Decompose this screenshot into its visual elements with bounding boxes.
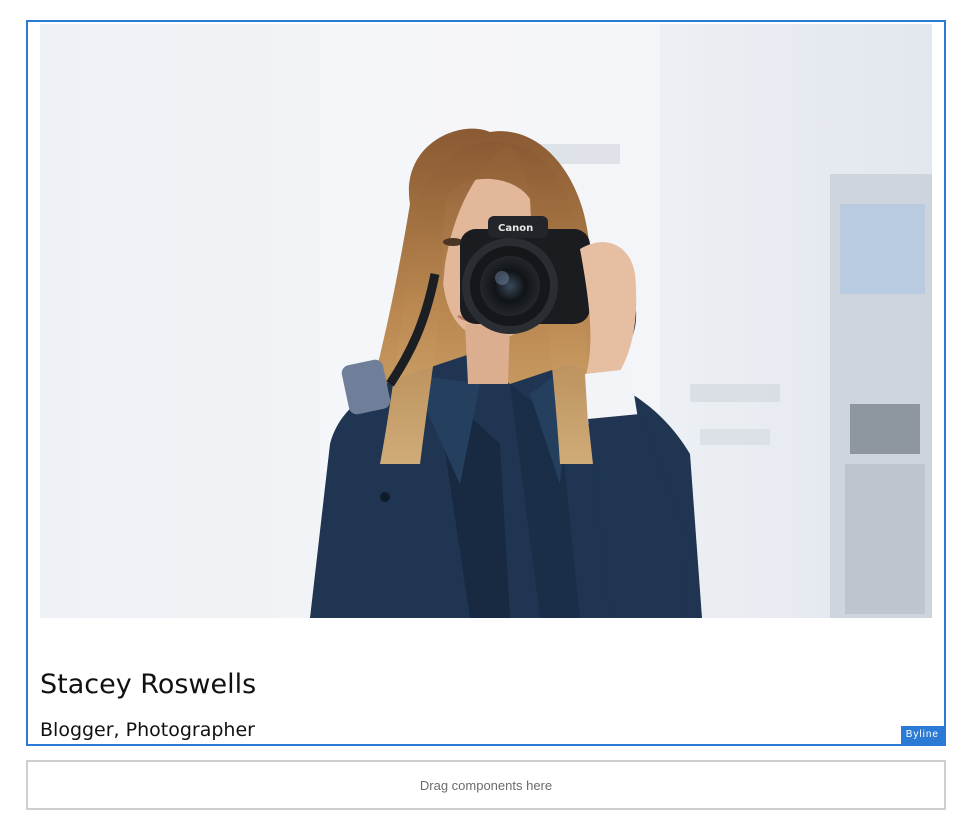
drop-zone-placeholder: Drag components here — [419, 777, 553, 793]
drop-zone[interactable]: Drag components here — [26, 760, 946, 810]
byline-name: Stacey Roswells — [40, 669, 257, 700]
camera-brand-text: Canon — [498, 223, 533, 234]
byline-photo: Canon — [40, 24, 932, 618]
byline-component[interactable]: Canon Stacey Roswells Blogger, Photograp… — [26, 20, 946, 746]
component-label-badge[interactable]: Byline — [900, 726, 944, 744]
byline-occupations: Blogger, Photographer — [40, 719, 255, 741]
